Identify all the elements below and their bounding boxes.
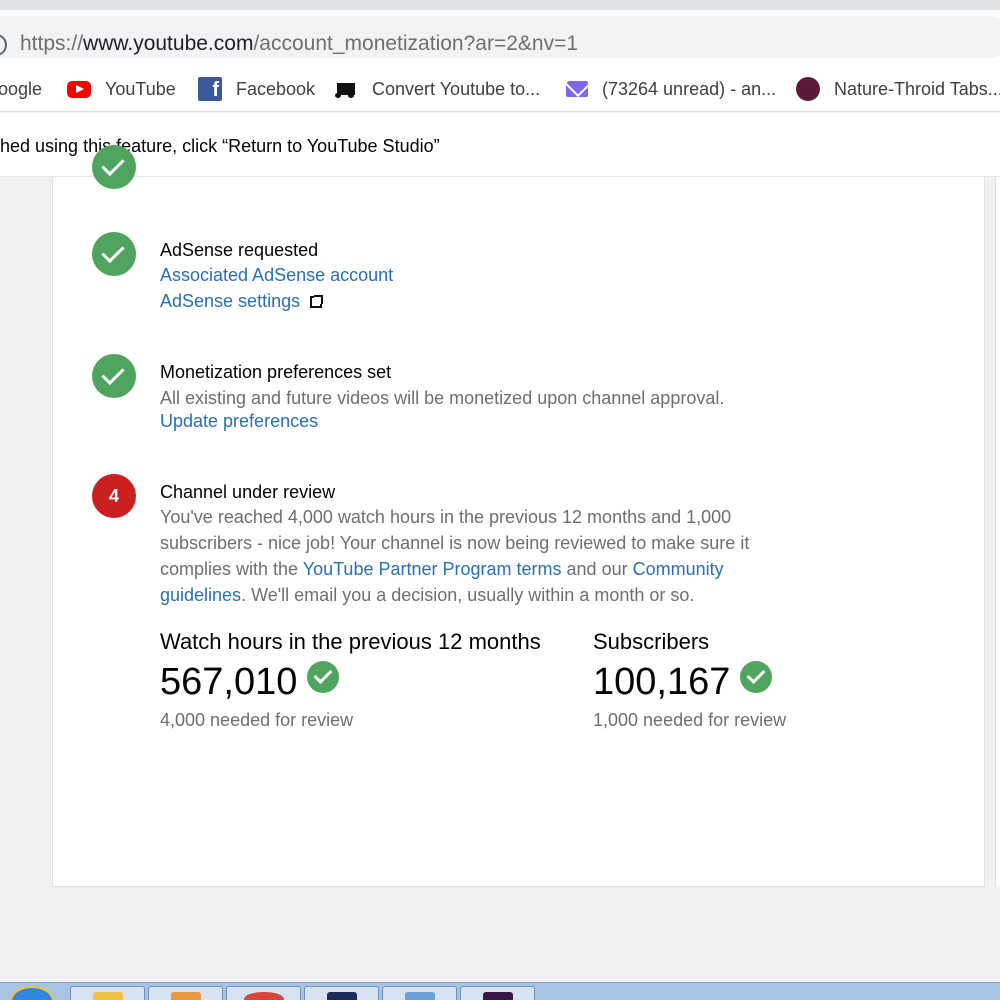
associated-adsense-link[interactable]: Associated AdSense account: [160, 262, 393, 288]
scrollbar-track[interactable]: [995, 177, 1000, 887]
mail-icon: [566, 81, 588, 97]
bookmark-label: oogle: [0, 78, 43, 99]
bookmark-label: Convert Youtube to...: [372, 78, 541, 99]
adsense-check-icon: [92, 232, 136, 276]
stat-requirement: 1,000 needed for review: [593, 710, 787, 730]
stat-label: Watch hours in the previous 12 months: [160, 629, 541, 654]
stat-label: Subscribers: [593, 629, 710, 654]
chrome-icon: [243, 992, 284, 1000]
start-button-icon[interactable]: [10, 986, 54, 1000]
bookmark-label: YouTube: [105, 78, 176, 99]
step-description: You've reached 4,000 watch hours in the …: [160, 507, 750, 605]
address-bar[interactable]: i https://www.youtube.com/account_moneti…: [0, 16, 1000, 58]
circle-icon: [796, 77, 820, 101]
ypp-terms-link[interactable]: YouTube Partner Program terms: [303, 559, 562, 579]
bookmarks-bar: oogle YouTube f Facebook Convert Youtube…: [0, 66, 1000, 112]
step-review: Channel under review You've reached 4,00…: [160, 480, 810, 608]
check-circle-icon: [307, 661, 340, 693]
window-icon: [404, 992, 435, 1000]
address-row: i https://www.youtube.com/account_moneti…: [0, 10, 1000, 66]
taskbar-media[interactable]: [148, 986, 223, 1000]
taskbar-prelude[interactable]: [460, 986, 535, 1000]
check-circle-icon: [740, 661, 773, 693]
bookmark-youtube[interactable]: YouTube: [67, 75, 176, 103]
step-title: Channel under review: [160, 482, 336, 502]
studio-banner: hed using this feature, click “Return to…: [0, 113, 1000, 177]
step-title: AdSense requested: [160, 240, 319, 260]
bookmark-label: Facebook: [236, 78, 316, 99]
watch-hours-stat: Watch hours in the previous 12 months 56…: [160, 628, 541, 731]
facebook-icon: f: [198, 77, 222, 101]
music-note-icon: [334, 77, 358, 101]
monetization-check-icon: [92, 354, 136, 398]
stat-requirement: 4,000 needed for review: [160, 710, 354, 730]
taskbar-chrome[interactable]: [226, 986, 301, 1000]
tab-strip: [0, 0, 1000, 10]
step-monetization: Monetization preferences set All existin…: [160, 360, 724, 431]
prelude-icon: [482, 992, 513, 1000]
update-preferences-link[interactable]: Update preferences: [160, 411, 724, 431]
bookmark-convert-youtube[interactable]: Convert Youtube to...: [334, 75, 540, 103]
step-number-badge: 4: [92, 474, 136, 518]
bookmark-label: Nature-Throid Tabs...: [834, 78, 1000, 99]
taskbar-explorer[interactable]: [70, 986, 145, 1000]
youtube-icon: [67, 80, 91, 98]
subscribers-stat: Subscribers 100,167 1,000 needed for rev…: [593, 628, 786, 731]
step-complete-icon: [92, 145, 136, 189]
watch-hours-value: 567,010: [160, 661, 298, 703]
taskbar-app[interactable]: [382, 986, 457, 1000]
step-title: Monetization preferences set: [160, 362, 392, 382]
subscribers-value: 100,167: [593, 661, 731, 703]
bookmark-google[interactable]: oogle: [0, 75, 42, 103]
premiere-icon: [326, 992, 357, 1000]
bookmark-mail[interactable]: (73264 unread) - an...: [566, 75, 776, 103]
bookmark-facebook[interactable]: f Facebook: [198, 75, 315, 103]
folder-icon: [92, 992, 123, 1000]
banner-text: hed using this feature, click “Return to…: [0, 136, 440, 156]
external-link-icon: [310, 295, 324, 308]
bookmark-nature-throid[interactable]: Nature-Throid Tabs...: [796, 75, 1000, 103]
taskbar: [0, 982, 1000, 1000]
step-adsense: AdSense requested Associated AdSense acc…: [160, 238, 393, 314]
url-text[interactable]: https://www.youtube.com/account_monetiza…: [20, 32, 578, 56]
info-icon[interactable]: i: [0, 34, 7, 56]
adsense-settings-link[interactable]: AdSense settings: [160, 288, 393, 314]
step-description: All existing and future videos will be m…: [160, 388, 725, 408]
bookmark-label: (73264 unread) - an...: [602, 78, 777, 99]
taskbar-premiere[interactable]: [304, 986, 379, 1000]
media-icon: [170, 992, 201, 1000]
